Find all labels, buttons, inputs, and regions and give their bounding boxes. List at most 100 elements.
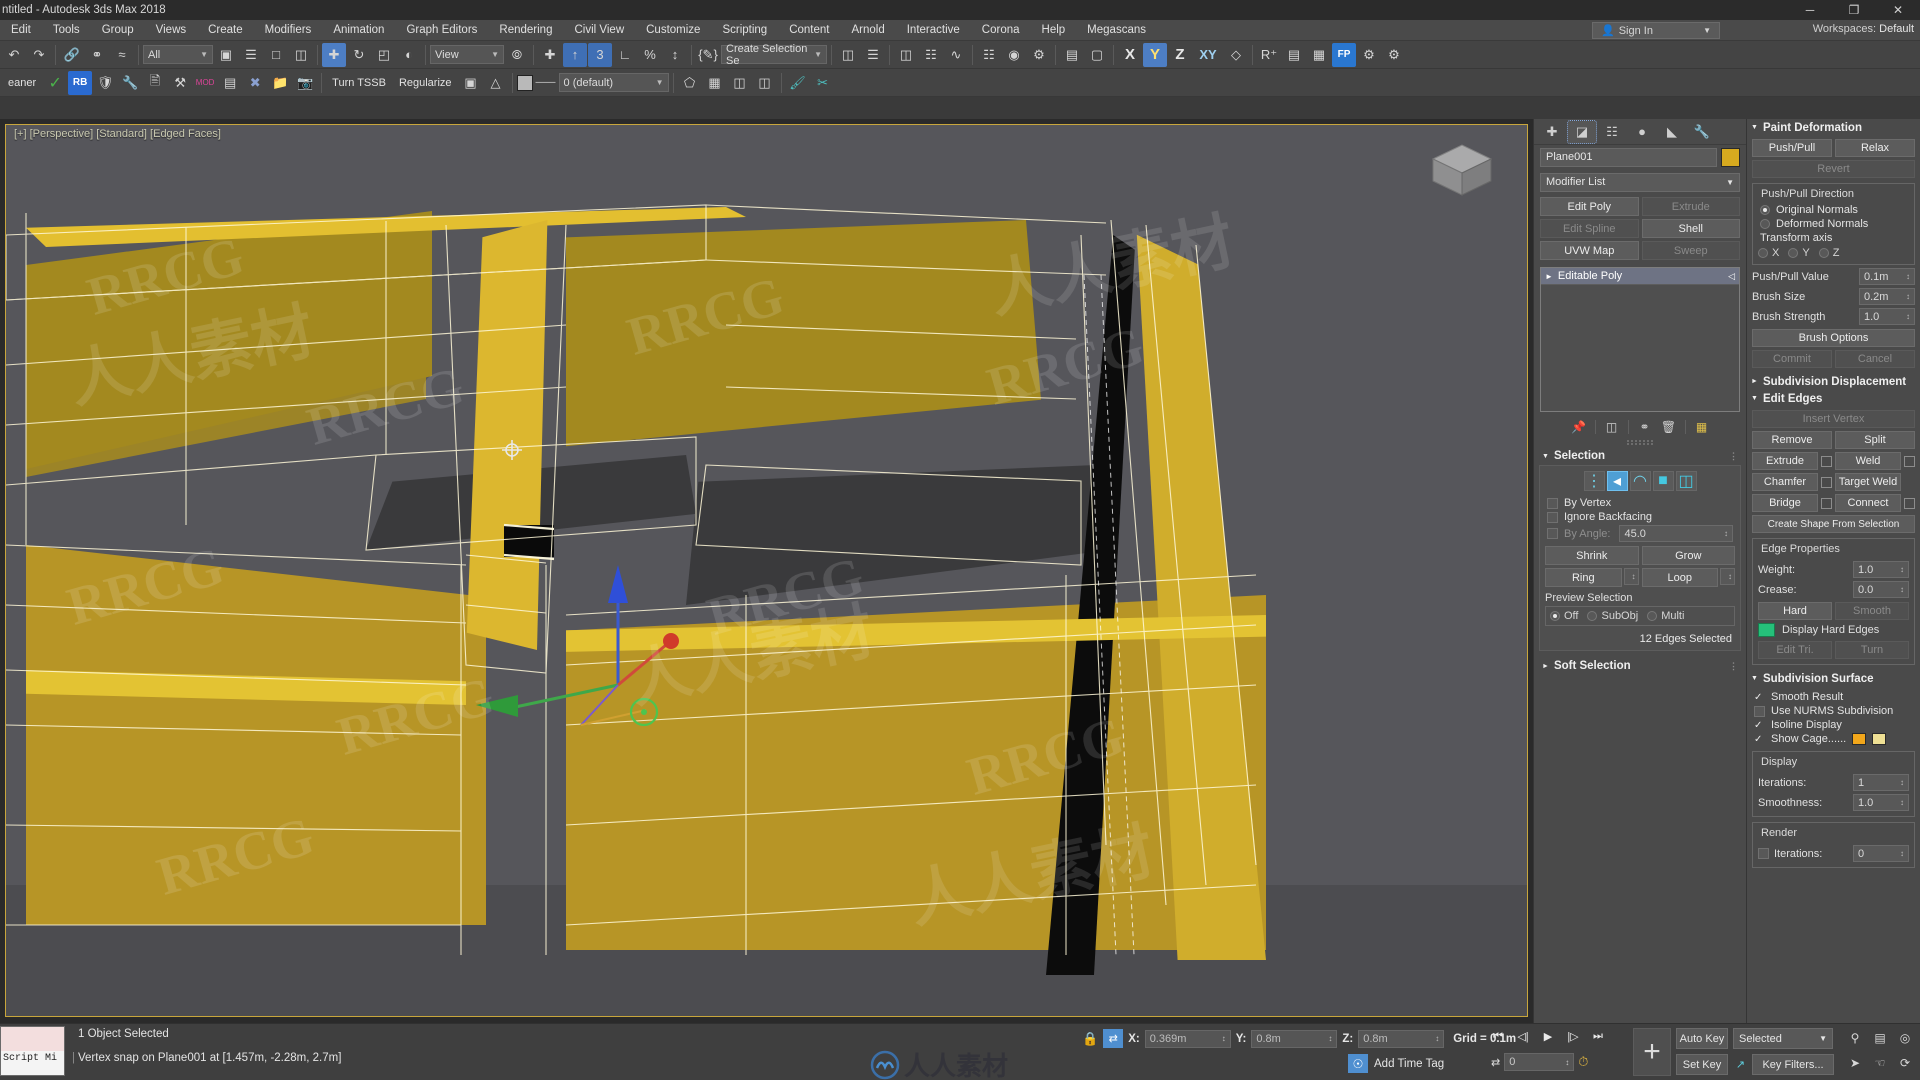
- preview-multi-option[interactable]: Multi: [1647, 610, 1684, 622]
- axis-z-radio[interactable]: [1818, 248, 1829, 258]
- stack-item-editable-poly[interactable]: ► Editable Poly ◁: [1541, 268, 1739, 285]
- utilities-tab[interactable]: 🔧: [1688, 121, 1716, 143]
- insert-vertex-button[interactable]: Insert Vertex: [1752, 410, 1915, 428]
- modifier-sweep-button[interactable]: Sweep: [1641, 241, 1740, 260]
- deformed-normals-row[interactable]: Deformed Normals: [1758, 217, 1909, 231]
- spinner-arrows-icon[interactable]: ↕: [1906, 272, 1910, 281]
- polygon-icon[interactable]: ■: [1652, 471, 1674, 491]
- menu-item-content[interactable]: Content: [778, 20, 840, 41]
- menu-item-create[interactable]: Create: [197, 20, 254, 41]
- mini-listener-output[interactable]: [1, 1027, 64, 1051]
- axis-y-option[interactable]: Y: [1788, 247, 1810, 259]
- render-iterations-checkbox[interactable]: [1758, 848, 1769, 859]
- by-angle-row[interactable]: By Angle: 45.0 ↕: [1545, 524, 1735, 543]
- key-mode-toggle-icon[interactable]: ⏱: [1578, 1054, 1588, 1070]
- remove-button[interactable]: Remove: [1752, 431, 1832, 449]
- subdivision-displacement-header[interactable]: ► Subdivision Displacement: [1747, 373, 1920, 390]
- chamfer-button[interactable]: Chamfer: [1752, 473, 1818, 491]
- pin-stack-icon[interactable]: 📌: [1571, 419, 1587, 435]
- hard-button[interactable]: Hard: [1758, 602, 1832, 620]
- x-coordinate-field[interactable]: 0.369m ↕: [1144, 1029, 1231, 1048]
- named-selection-set-combo[interactable]: Create Selection Se ▼: [721, 43, 827, 67]
- loop-spinner[interactable]: ↕: [1720, 568, 1735, 585]
- remove-modifier-icon[interactable]: 🗑: [1661, 419, 1677, 435]
- create-shape-from-selection-button[interactable]: Create Shape From Selection: [1752, 515, 1915, 533]
- workspaces-selector[interactable]: Workspaces: Default: [1813, 23, 1914, 35]
- select-and-move-icon[interactable]: ✚: [322, 42, 346, 67]
- viewport-label[interactable]: [+] [Perspective] [Standard] [Edged Face…: [14, 128, 221, 140]
- cage-color-swatch-1[interactable]: [1852, 733, 1867, 745]
- paint-tool-icon[interactable]: 🖌: [786, 71, 810, 95]
- go-to-start-button[interactable]: ⏮: [1487, 1027, 1509, 1046]
- align-icon[interactable]: ☰: [861, 43, 885, 67]
- axis-x-radio[interactable]: [1758, 248, 1768, 258]
- key-mode-icon[interactable]: ↗: [1732, 1054, 1749, 1075]
- transform-gizmo[interactable]: [6, 125, 1527, 1015]
- by-vertex-checkbox-row[interactable]: By Vertex: [1545, 496, 1735, 510]
- view-cube-icon[interactable]: [1423, 139, 1501, 201]
- weight-spinner[interactable]: 1.0 ↕: [1853, 561, 1909, 578]
- show-end-result-icon[interactable]: ◫: [1604, 419, 1620, 435]
- curve-editor-icon[interactable]: ∿: [944, 43, 968, 67]
- modifier-extrude-button[interactable]: Extrude: [1641, 197, 1740, 216]
- percent-snap-toggle-icon[interactable]: 3: [588, 42, 612, 67]
- edit-edges-header[interactable]: ▼ Edit Edges: [1747, 390, 1920, 407]
- axis-constraint-xy-button[interactable]: XY: [1193, 43, 1223, 67]
- modifier-list-dropdown[interactable]: Modifier List ▼: [1540, 173, 1740, 192]
- layer-explorer-icon[interactable]: ◫: [894, 43, 918, 67]
- sign-in-button[interactable]: 👤 Sign In ▼: [1592, 22, 1720, 39]
- ignore-backfacing-checkbox-row[interactable]: Ignore Backfacing: [1545, 510, 1735, 524]
- spinner-arrows-icon[interactable]: ↕: [1906, 292, 1910, 301]
- time-tag-icon[interactable]: ☉: [1348, 1054, 1368, 1073]
- preview-subobj-option[interactable]: SubObj: [1587, 610, 1638, 622]
- weld-settings-checkbox[interactable]: [1904, 455, 1915, 467]
- spinner-icon[interactable]: ↕: [663, 43, 687, 67]
- spinner-arrows-icon[interactable]: ↕: [1435, 1034, 1439, 1043]
- bridge-button[interactable]: Bridge: [1752, 494, 1818, 512]
- motion-tab[interactable]: ●: [1628, 121, 1656, 143]
- hierarchy-tab[interactable]: ☷: [1598, 121, 1626, 143]
- element-icon[interactable]: ◫: [1675, 471, 1697, 491]
- add-time-tag-area[interactable]: ☉ Add Time Tag: [1348, 1054, 1444, 1073]
- subdivision-surface-header[interactable]: ▼ Subdivision Surface: [1747, 670, 1920, 687]
- document-icon[interactable]: 🖹: [143, 71, 167, 95]
- revert-button[interactable]: Revert: [1752, 160, 1915, 178]
- ignore-backfacing-checkbox[interactable]: [1547, 511, 1558, 523]
- go-to-end-button[interactable]: ⏭: [1587, 1027, 1609, 1046]
- project-folder-icon[interactable]: R⁺: [1257, 43, 1281, 67]
- mini-listener-input[interactable]: Script Mi: [1, 1051, 64, 1075]
- by-vertex-checkbox[interactable]: [1547, 497, 1558, 509]
- next-frame-button[interactable]: |▷: [1562, 1027, 1584, 1046]
- camera-icon[interactable]: 📷: [293, 71, 317, 95]
- render-production-icon[interactable]: ▢: [1085, 43, 1109, 67]
- undo-icon[interactable]: ↶: [2, 43, 26, 67]
- spinner-arrows-icon[interactable]: ↕: [1728, 572, 1732, 581]
- push-pull-value-spinner[interactable]: 0.1m ↕: [1859, 268, 1915, 285]
- spinner-arrows-icon[interactable]: ↕: [1900, 565, 1904, 574]
- selection-rollout-header[interactable]: ▼ Selection ⋮: [1539, 447, 1741, 465]
- connect-button[interactable]: Connect: [1835, 494, 1901, 512]
- orbit-icon[interactable]: ⟳: [1893, 1051, 1917, 1075]
- reference-coordinate-combo[interactable]: View ▼: [430, 45, 504, 64]
- menu-item-group[interactable]: Group: [91, 20, 145, 41]
- extrude-settings-checkbox[interactable]: [1821, 455, 1832, 467]
- grow-button[interactable]: Grow: [1641, 546, 1735, 565]
- axis-constraint-dropdown-icon[interactable]: ◇: [1224, 43, 1248, 67]
- display-tab[interactable]: ◣: [1658, 121, 1686, 143]
- menu-item-scripting[interactable]: Scripting: [711, 20, 778, 41]
- display-iterations-spinner[interactable]: 1 ↕: [1853, 774, 1909, 791]
- smooth-result-check-icon[interactable]: ✓: [1754, 692, 1765, 703]
- menu-item-corona[interactable]: Corona: [971, 20, 1031, 41]
- use-nurms-row[interactable]: Use NURMS Subdivision: [1752, 704, 1915, 718]
- menu-item-graph-editors[interactable]: Graph Editors: [395, 20, 488, 41]
- spinner-arrows-icon[interactable]: ↕: [1328, 1034, 1332, 1043]
- preview-off-radio[interactable]: [1550, 611, 1560, 621]
- ring-button[interactable]: Ring: [1545, 568, 1622, 587]
- snaps-toggle-icon[interactable]: ✚: [538, 43, 562, 67]
- scene-explorer-icon[interactable]: ☷: [919, 43, 943, 67]
- menu-item-interactive[interactable]: Interactive: [896, 20, 971, 41]
- edge-icon[interactable]: ◂: [1606, 471, 1628, 491]
- unlink-icon[interactable]: ⚭: [85, 43, 109, 67]
- preview-multi-radio[interactable]: [1647, 611, 1658, 621]
- schematic-view-icon[interactable]: ☷: [977, 43, 1001, 67]
